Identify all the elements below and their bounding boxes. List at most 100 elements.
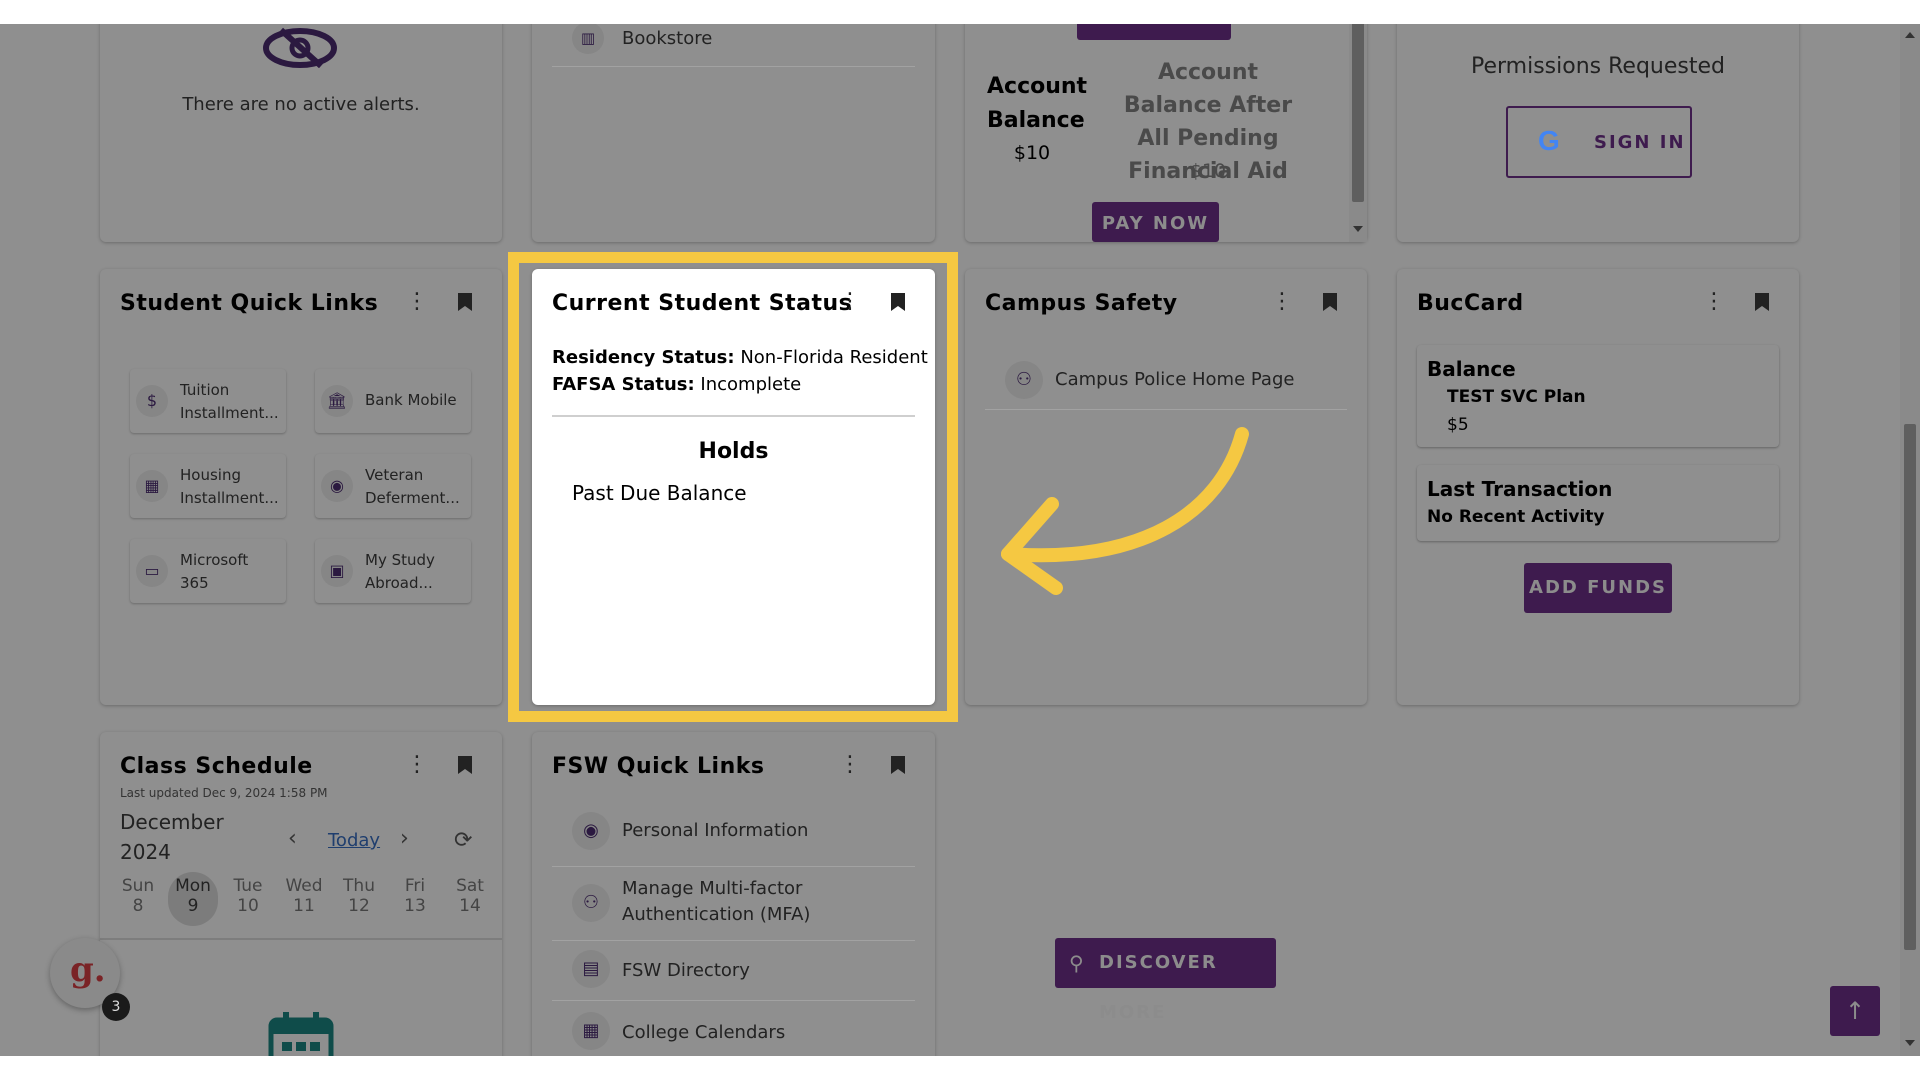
search-icon: ⚲ — [1069, 951, 1086, 975]
top-action-button[interactable] — [1077, 24, 1231, 40]
fsw-link-label: Manage Multi-factor Authentication (MFA) — [622, 878, 811, 925]
building-icon: ▦ — [136, 470, 168, 502]
refresh-icon[interactable]: ⟳ — [454, 828, 472, 853]
buccard-title: BucCard — [1417, 291, 1524, 316]
last-transaction-box: Last Transaction No Recent Activity — [1417, 465, 1779, 541]
permissions-title: Permissions Requested — [1471, 54, 1725, 79]
discover-more-label: DISCOVER MORE — [1099, 952, 1218, 1023]
more-options-icon[interactable]: ⋮ — [1703, 291, 1725, 315]
discover-more-button[interactable]: ⚲ DISCOVER MORE — [1055, 938, 1276, 1023]
laptop-icon: ▭ — [136, 555, 168, 587]
quick-link-veteran[interactable]: ◉ Veteran Deferment... — [315, 454, 471, 518]
page-scrollbar-thumb[interactable] — [1904, 424, 1916, 950]
quick-link-tuition[interactable]: $ Tuition Installment... — [130, 369, 286, 433]
permissions-card: Permissions Requested G SIGN IN — [1397, 24, 1799, 242]
campus-police-link[interactable]: ⚇ Campus Police Home Page — [985, 351, 1347, 410]
more-options-icon[interactable]: ⋮ — [839, 291, 861, 315]
pay-now-button[interactable]: PAY NOW — [1092, 202, 1219, 242]
dashboard-backdrop: There are no active alerts. ▥ Bookstore … — [0, 24, 1920, 1056]
more-options-icon[interactable]: ⋮ — [406, 754, 428, 778]
day-fri[interactable]: Fri 13 — [391, 876, 439, 916]
quick-link-housing[interactable]: ▦ Housing Installment... — [130, 454, 286, 518]
fsw-link-directory[interactable]: ▤ FSW Directory — [552, 940, 915, 1001]
holds-title: Holds — [698, 439, 769, 464]
fafsa-value: Incomplete — [700, 374, 802, 395]
day-mon-selected[interactable]: Mon 9 — [168, 872, 218, 926]
bookmark-icon[interactable] — [891, 756, 905, 774]
balance-title: Balance — [1427, 357, 1516, 381]
student-status-title: Current Student Status — [552, 291, 853, 316]
month-label: December — [120, 810, 224, 834]
scroll-down-icon[interactable] — [1905, 1040, 1915, 1046]
scroll-up-icon[interactable] — [1905, 32, 1915, 38]
campus-safety-title: Campus Safety — [985, 291, 1178, 316]
user-key-icon: ⚇ — [572, 884, 610, 922]
passport-icon: ▣ — [321, 555, 353, 587]
page-scrollbar[interactable] — [1900, 24, 1920, 1056]
day-thu[interactable]: Thu 12 — [335, 876, 383, 916]
quick-link-label: Veteran Deferment... — [365, 466, 460, 507]
annotation-arrow — [1001, 427, 1249, 595]
student-quick-links-title: Student Quick Links — [120, 291, 379, 316]
add-funds-button[interactable]: ADD FUNDS — [1524, 563, 1672, 613]
buccard-balance-box: Balance TEST SVC Plan $5 — [1417, 345, 1779, 447]
scrollbar[interactable] — [1349, 24, 1367, 242]
more-options-icon[interactable]: ⋮ — [839, 754, 861, 778]
arrow-curve — [1001, 427, 1249, 563]
scroll-down-icon[interactable] — [1353, 226, 1363, 232]
day-tue[interactable]: Tue 10 — [224, 876, 272, 916]
bookmark-icon[interactable] — [891, 293, 905, 311]
plan-name: TEST SVC Plan — [1447, 387, 1586, 407]
bookmark-icon[interactable] — [458, 756, 472, 774]
residency-label: Residency Status: — [552, 347, 735, 368]
fsw-link-label: Personal Information — [622, 820, 809, 841]
fsw-quick-links-card: FSW Quick Links ⋮ ◉ Personal Information… — [532, 732, 935, 1056]
bookstore-link[interactable]: ▥ Bookstore — [552, 24, 915, 67]
residency-value: Non-Florida Resident — [740, 347, 928, 368]
more-options-icon[interactable]: ⋮ — [1271, 291, 1293, 315]
quick-link-label: Bank Mobile — [365, 391, 457, 409]
guidde-logo: g. — [70, 950, 106, 990]
next-week-icon[interactable]: › — [400, 826, 409, 851]
class-schedule-title: Class Schedule — [120, 754, 313, 779]
eye-off-icon — [263, 26, 337, 69]
scrollbar-thumb[interactable] — [1352, 24, 1364, 202]
guidde-widget-button[interactable]: g. 3 — [50, 938, 130, 1021]
day-sat[interactable]: Sat 14 — [446, 876, 494, 916]
bookmark-icon[interactable] — [1323, 293, 1337, 311]
account-balance-value: $10 — [1013, 142, 1051, 164]
bookmark-icon[interactable] — [1755, 293, 1769, 311]
arrow-head — [1001, 497, 1063, 595]
fsw-link-label: College Calendars — [622, 1022, 786, 1043]
class-schedule-card: Class Schedule ⋮ Last updated Dec 9, 202… — [100, 732, 502, 1056]
scroll-to-top-button[interactable]: ↑ — [1830, 986, 1880, 1036]
quick-link-study-abroad[interactable]: ▣ My Study Abroad... — [315, 539, 471, 603]
bookmark-icon[interactable] — [458, 293, 472, 311]
more-options-icon[interactable]: ⋮ — [406, 291, 428, 315]
current-student-status-card: Current Student Status ⋮ Residency Statu… — [532, 269, 935, 705]
day-sun[interactable]: Sun 8 — [114, 876, 162, 916]
today-link[interactable]: Today — [328, 830, 380, 851]
quick-link-bank-mobile[interactable]: 🏛 Bank Mobile — [315, 369, 471, 433]
day-wed[interactable]: Wed 11 — [280, 876, 328, 916]
calendar-icon — [268, 1010, 334, 1056]
fsw-link-mfa[interactable]: ⚇ Manage Multi-factor Authentication (MF… — [552, 866, 915, 941]
fafsa-label: FAFSA Status: — [552, 374, 695, 395]
fsw-link-calendars[interactable]: ▦ College Calendars — [552, 1000, 915, 1056]
prev-week-icon[interactable]: ‹ — [288, 826, 297, 851]
notification-badge: 3 — [102, 993, 130, 1021]
fsw-link-personal-information[interactable]: ◉ Personal Information — [552, 796, 915, 867]
residency-row: Residency Status: Non-Florida Resident — [552, 347, 928, 368]
user-shield-icon: ⚇ — [1005, 361, 1043, 399]
id-card-icon: ▤ — [572, 950, 610, 988]
account-balance-label: Account Balance — [987, 74, 1088, 133]
calendar-icon: ▦ — [572, 1012, 610, 1050]
quick-link-label: Tuition Installment... — [180, 381, 279, 422]
book-icon: ▥ — [572, 24, 604, 54]
person-circle-icon: ◉ — [572, 812, 610, 850]
quick-link-microsoft[interactable]: ▭ Microsoft 365 — [130, 539, 286, 603]
fsw-quick-links-title: FSW Quick Links — [552, 754, 765, 779]
sign-in-label: SIGN IN — [1594, 132, 1686, 153]
last-updated: Last updated Dec 9, 2024 1:58 PM — [120, 786, 328, 800]
google-sign-in-button[interactable]: G SIGN IN — [1506, 106, 1692, 178]
